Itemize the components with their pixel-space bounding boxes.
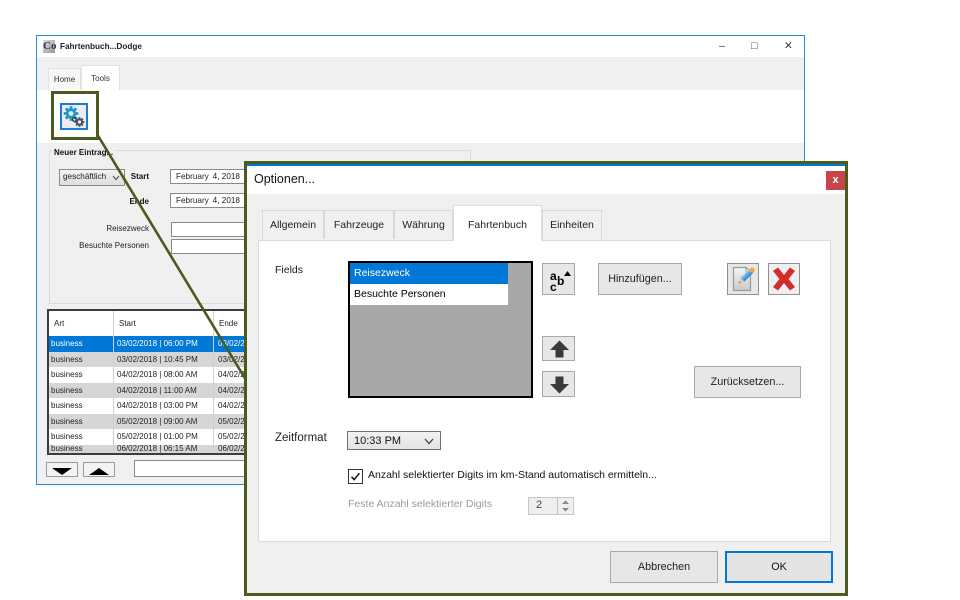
svg-text:b: b <box>557 274 564 288</box>
svg-text:c: c <box>550 280 557 294</box>
